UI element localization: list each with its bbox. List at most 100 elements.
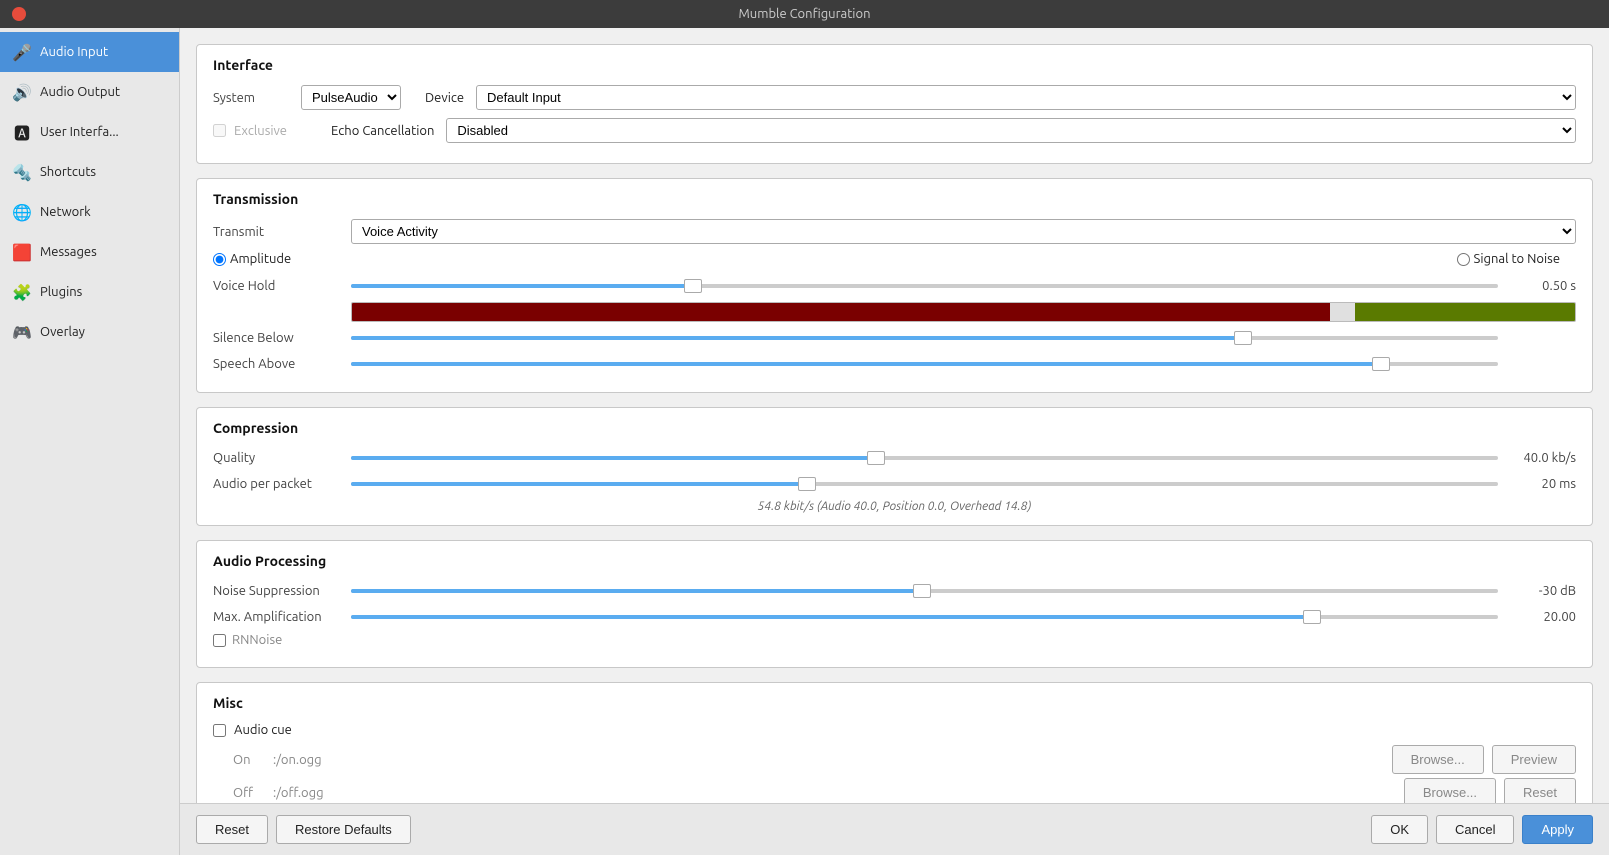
- transmission-title: Transmission: [213, 191, 1576, 207]
- sidebar-item-audio-output[interactable]: 🔊 Audio Output: [0, 72, 179, 112]
- noise-suppression-slider[interactable]: [351, 581, 1498, 601]
- exclusive-row: Exclusive Echo Cancellation Disabled: [213, 118, 1576, 143]
- noise-suppression-value: -30 dB: [1506, 584, 1576, 598]
- rnnoise-label: RNNoise: [232, 633, 282, 647]
- apply-button[interactable]: Apply: [1522, 815, 1593, 844]
- noise-suppression-label: Noise Suppression: [213, 584, 343, 598]
- sidebar-item-network[interactable]: 🌐 Network: [0, 192, 179, 232]
- quality-value: 40.0 kb/s: [1506, 451, 1576, 465]
- audio-cue-checkbox[interactable]: [213, 724, 226, 737]
- sidebar-item-label: Plugins: [40, 285, 82, 299]
- silence-below-label: Silence Below: [213, 331, 343, 345]
- signal-to-noise-radio-input[interactable]: [1457, 253, 1470, 266]
- audio-cue-label: Audio cue: [234, 723, 292, 737]
- audio-per-packet-label: Audio per packet: [213, 477, 343, 491]
- audio-cue-on-row: On :/on.ogg Browse... Preview: [233, 745, 1576, 774]
- messages-icon: 🟥: [12, 242, 32, 262]
- quality-row: Quality 40.0 kb/s: [213, 448, 1576, 468]
- system-select[interactable]: PulseAudio: [301, 85, 401, 110]
- sidebar: 🎤 Audio Input 🔊 Audio Output 🅰 User Inte…: [0, 28, 180, 855]
- device-label: Device: [425, 91, 464, 105]
- signal-to-noise-label: Signal to Noise: [1474, 252, 1560, 266]
- sidebar-item-overlay[interactable]: 🎮 Overlay: [0, 312, 179, 352]
- noise-suppression-row: Noise Suppression -30 dB: [213, 581, 1576, 601]
- audio-per-packet-row: Audio per packet 20 ms: [213, 474, 1576, 494]
- meter-bar-green: [1355, 303, 1575, 321]
- audio-per-packet-slider[interactable]: [351, 474, 1498, 494]
- exclusive-checkbox[interactable]: [213, 124, 226, 137]
- audio-output-icon: 🔊: [12, 82, 32, 102]
- window-title: Mumble Configuration: [739, 7, 871, 21]
- quality-label: Quality: [213, 451, 343, 465]
- quality-slider[interactable]: [351, 448, 1498, 468]
- voice-hold-label: Voice Hold: [213, 279, 343, 293]
- misc-title: Misc: [213, 695, 1576, 711]
- transmit-label: Transmit: [213, 225, 343, 239]
- speech-above-label: Speech Above: [213, 357, 343, 371]
- max-amplification-slider[interactable]: [351, 607, 1498, 627]
- meter-bar-red: [352, 303, 1330, 321]
- audio-cue-row: Audio cue: [213, 723, 1576, 737]
- speech-above-slider[interactable]: [351, 354, 1498, 374]
- sidebar-item-label: Network: [40, 205, 91, 219]
- audio-processing-section: Audio Processing Noise Suppression -30 d…: [196, 540, 1593, 668]
- browse-on-button[interactable]: Browse...: [1392, 745, 1484, 774]
- shortcuts-icon: 🔩: [12, 162, 32, 182]
- voice-hold-row: Voice Hold 0.50 s: [213, 276, 1576, 296]
- amplitude-radio[interactable]: Amplitude: [213, 252, 291, 266]
- misc-section: Misc Audio cue On :/on.ogg Browse... Pre…: [196, 682, 1593, 803]
- max-amplification-label: Max. Amplification: [213, 610, 343, 624]
- audio-per-packet-value: 20 ms: [1506, 477, 1576, 491]
- cancel-button[interactable]: Cancel: [1436, 815, 1514, 844]
- sidebar-item-label: Shortcuts: [40, 165, 96, 179]
- transmission-section: Transmission Transmit Voice Activity Amp…: [196, 178, 1593, 393]
- sidebar-item-label: Overlay: [40, 325, 85, 339]
- compression-section: Compression Quality 40.0 kb/s Audio per …: [196, 407, 1593, 526]
- amplitude-label: Amplitude: [230, 252, 291, 266]
- device-select[interactable]: Default Input: [476, 85, 1576, 110]
- transmit-select[interactable]: Voice Activity: [351, 219, 1576, 244]
- sidebar-item-user-interface[interactable]: 🅰 User Interfa...: [0, 112, 179, 152]
- reset-button[interactable]: Reset: [196, 815, 268, 844]
- voice-hold-slider[interactable]: [351, 276, 1498, 296]
- off-file: :/off.ogg: [273, 786, 1396, 800]
- sidebar-item-label: User Interfa...: [40, 125, 119, 139]
- sidebar-item-shortcuts[interactable]: 🔩 Shortcuts: [0, 152, 179, 192]
- sidebar-item-messages[interactable]: 🟥 Messages: [0, 232, 179, 272]
- exclusive-label: Exclusive: [234, 124, 287, 138]
- title-bar: Mumble Configuration: [0, 0, 1609, 28]
- on-label: On: [233, 753, 265, 767]
- ok-button[interactable]: OK: [1371, 815, 1428, 844]
- voice-activity-meter: [351, 302, 1576, 322]
- rnnoise-checkbox[interactable]: [213, 634, 226, 647]
- close-button[interactable]: [12, 7, 26, 21]
- max-amplification-value: 20.00: [1506, 610, 1576, 624]
- transmit-row: Transmit Voice Activity: [213, 219, 1576, 244]
- sidebar-item-plugins[interactable]: 🧩 Plugins: [0, 272, 179, 312]
- signal-to-noise-radio[interactable]: Signal to Noise: [1457, 252, 1560, 266]
- sidebar-item-audio-input[interactable]: 🎤 Audio Input: [0, 32, 179, 72]
- sidebar-item-label: Audio Output: [40, 85, 120, 99]
- amplitude-radio-input[interactable]: [213, 253, 226, 266]
- compression-info: 54.8 kbit/s (Audio 40.0, Position 0.0, O…: [213, 500, 1576, 513]
- bottom-left-buttons: Reset Restore Defaults: [196, 815, 411, 844]
- overlay-icon: 🎮: [12, 322, 32, 342]
- preview-button[interactable]: Preview: [1492, 745, 1576, 774]
- restore-defaults-button[interactable]: Restore Defaults: [276, 815, 411, 844]
- main-content: Interface System PulseAudio Device Defau…: [180, 28, 1609, 803]
- user-interface-icon: 🅰: [12, 122, 32, 142]
- silence-below-slider[interactable]: [351, 328, 1498, 348]
- off-label: Off: [233, 786, 265, 800]
- rnnoise-row: RNNoise: [213, 633, 1576, 647]
- system-row: System PulseAudio Device Default Input: [213, 85, 1576, 110]
- audio-processing-title: Audio Processing: [213, 553, 1576, 569]
- speech-above-row: Speech Above: [213, 354, 1576, 374]
- echo-cancellation-select[interactable]: Disabled: [446, 118, 1576, 143]
- sidebar-item-label: Messages: [40, 245, 97, 259]
- browse-off-button[interactable]: Browse...: [1404, 778, 1496, 803]
- meter-row: [213, 302, 1576, 322]
- echo-cancellation-label: Echo Cancellation: [331, 124, 434, 138]
- reset-audio-button[interactable]: Reset: [1504, 778, 1576, 803]
- interface-section: Interface System PulseAudio Device Defau…: [196, 44, 1593, 164]
- audio-input-icon: 🎤: [12, 42, 32, 62]
